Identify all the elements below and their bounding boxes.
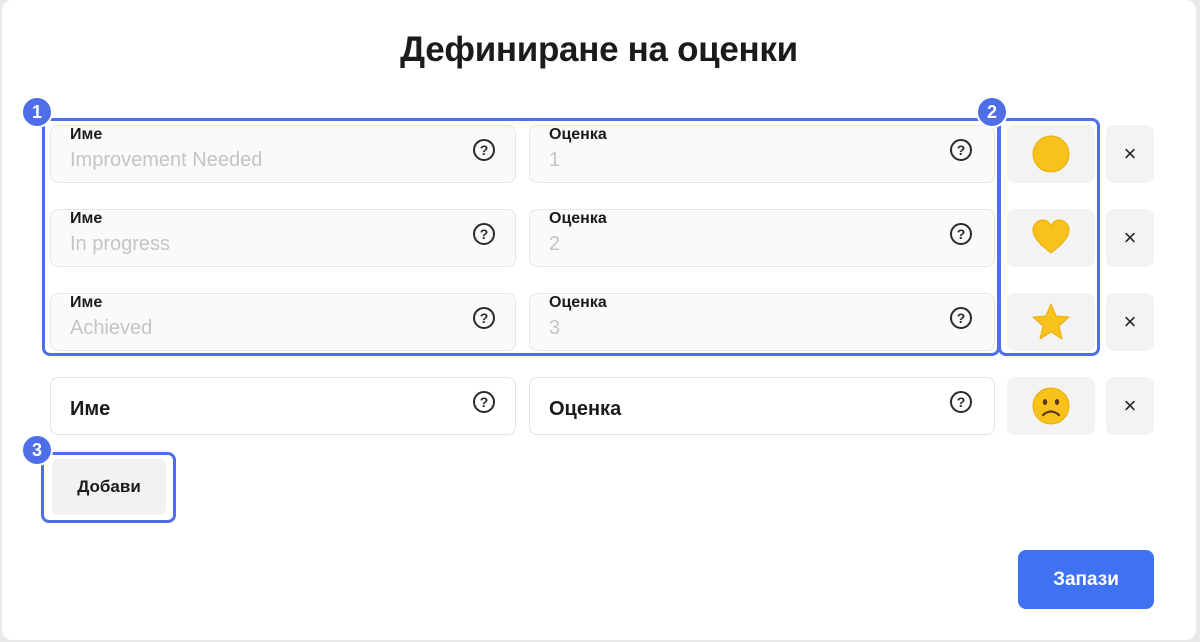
highlight-fields: [42, 118, 1000, 356]
delete-row-2-button[interactable]: ×: [1106, 209, 1154, 267]
delete-row-3-button[interactable]: ×: [1106, 293, 1154, 351]
delete-row-1-button[interactable]: ×: [1106, 125, 1154, 183]
annotation-badge-3: 3: [21, 434, 53, 466]
annotation-badge-2: 2: [976, 96, 1008, 128]
frowning-face-icon: [1032, 387, 1070, 425]
annotation-badge-1: 1: [21, 96, 53, 128]
save-button[interactable]: Запази: [1018, 550, 1154, 609]
help-icon[interactable]: ?: [950, 391, 972, 413]
dialog-title: Дефиниране на оценки: [400, 30, 798, 69]
help-icon[interactable]: ?: [473, 391, 495, 413]
highlight-emojis: [998, 118, 1100, 356]
name-placeholder: Име: [70, 398, 111, 420]
grade-input-new[interactable]: Оценка ?: [529, 377, 995, 435]
highlight-add-button: [41, 452, 176, 523]
grade-placeholder: Оценка: [549, 398, 622, 420]
name-input-new[interactable]: Име ?: [50, 377, 516, 435]
delete-row-new-button[interactable]: ×: [1106, 377, 1154, 435]
emoji-picker-new[interactable]: [1007, 377, 1095, 435]
